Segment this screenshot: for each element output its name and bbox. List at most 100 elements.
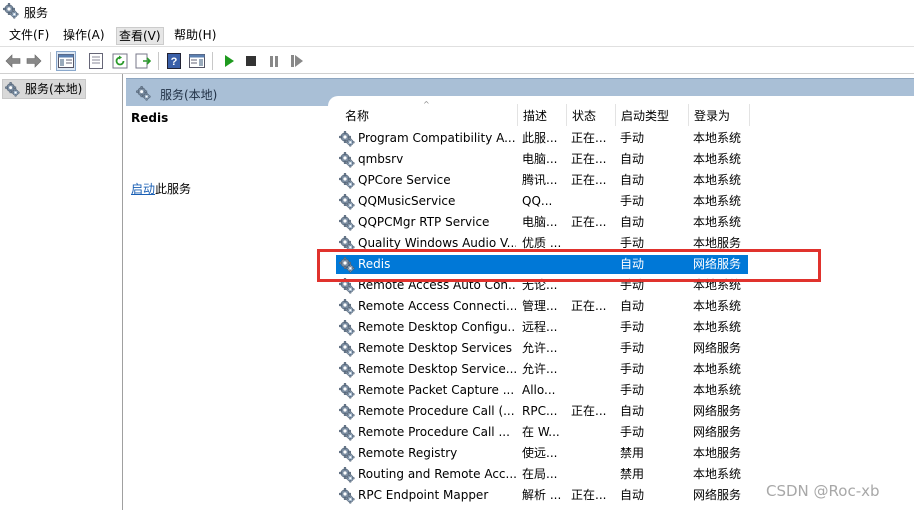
column-header-status[interactable]: 状态 [569, 106, 615, 126]
service-status: 正在... [571, 404, 607, 418]
service-description: 此服... [522, 131, 558, 145]
menu-file[interactable]: 文件(F) [7, 27, 51, 45]
service-logon-as: 本地系统 [693, 215, 742, 229]
column-separator[interactable] [566, 104, 567, 126]
service-startup-type: 手动 [620, 425, 645, 439]
tree-item-services-local[interactable]: 服务(本地) [2, 79, 87, 99]
service-name: Remote Desktop Configu... [358, 320, 516, 334]
menu-bar: 文件(F) 操作(A) 查看(V) 帮助(H) [0, 24, 914, 46]
service-logon-as: 本地系统 [693, 131, 742, 145]
table-row[interactable]: Remote Procedure Call (... RPC... 正在... 自动 网… [328, 401, 914, 422]
service-gear-icon [339, 362, 355, 378]
service-startup-type: 自动 [620, 215, 645, 229]
services-gear-icon [136, 86, 151, 101]
table-row[interactable]: QPCore Service 腾讯... 正在... 自动 本地系统 [328, 170, 914, 191]
column-separator[interactable] [688, 104, 689, 126]
back-arrow-icon[interactable] [3, 51, 23, 71]
console-tree: 服务(本地) [0, 74, 123, 510]
stop-service-icon[interactable] [241, 51, 261, 71]
services-panel: 服务(本地) Redis 启动此服务 ^ 名称 描述 状态 启动类型 登录为 P… [126, 74, 914, 510]
column-header-name[interactable]: 名称 [342, 106, 514, 126]
table-row[interactable]: QQMusicService QQ... 手动 本地系统 [328, 191, 914, 212]
service-logon-as: 本地系统 [693, 173, 742, 187]
service-gear-icon [339, 383, 355, 399]
toolbar: ? [0, 46, 914, 74]
service-name: Program Compatibility A... [358, 131, 516, 145]
table-row[interactable]: Remote Desktop Service... 允许... 手动 本地系统 [328, 359, 914, 380]
resume-service-icon[interactable] [287, 51, 307, 71]
service-description: 电脑... [522, 215, 558, 229]
service-gear-icon [339, 488, 355, 504]
service-description: 电脑... [522, 152, 558, 166]
show-action-pane-icon[interactable] [187, 51, 207, 71]
service-startup-type: 自动 [620, 488, 645, 502]
start-service-link[interactable]: 启动 [131, 182, 155, 196]
table-row[interactable]: Remote Packet Capture ... Allo... 手动 本地系统 [328, 380, 914, 401]
menu-help[interactable]: 帮助(H) [172, 27, 218, 45]
service-logon-as: 本地系统 [693, 320, 742, 334]
service-status: 正在... [571, 131, 607, 145]
toolbar-separator [50, 52, 51, 70]
service-description: 腾讯... [522, 173, 558, 187]
table-row[interactable]: Remote Registry 使远... 禁用 本地服务 [328, 443, 914, 464]
table-row[interactable]: Remote Desktop Configu... 远程... 手动 本地系统 [328, 317, 914, 338]
service-startup-type: 自动 [620, 173, 645, 187]
table-row[interactable]: Remote Access Connecti... 管理... 正在... 自动 本地系… [328, 296, 914, 317]
svg-text:?: ? [171, 56, 178, 68]
toolbar-separator [158, 52, 159, 70]
service-gear-icon [339, 446, 355, 462]
toolbar-separator [212, 52, 213, 70]
service-description: 管理... [522, 299, 558, 313]
service-startup-type: 手动 [620, 194, 645, 208]
show-console-tree-icon[interactable] [56, 51, 76, 71]
service-startup-type: 禁用 [620, 467, 645, 481]
refresh-icon[interactable] [110, 51, 130, 71]
column-header-startup-type[interactable]: 启动类型 [618, 106, 688, 126]
table-row[interactable]: QQPCMgr RTP Service 电脑... 正在... 自动 本地系统 [328, 212, 914, 233]
service-gear-icon [339, 320, 355, 336]
service-name: qmbsrv [358, 152, 404, 166]
service-logon-as: 网络服务 [693, 488, 742, 502]
service-gear-icon [339, 131, 355, 147]
forward-arrow-icon[interactable] [24, 51, 44, 71]
column-separator[interactable] [517, 104, 518, 126]
service-action-suffix: 此服务 [155, 182, 192, 196]
table-row[interactable]: Remote Desktop Services 允许... 手动 网络服务 [328, 338, 914, 359]
menu-action[interactable]: 操作(A) [61, 27, 107, 45]
service-description: 允许... [522, 341, 558, 355]
table-row[interactable]: Program Compatibility A... 此服... 正在... 手动 本地… [328, 128, 914, 149]
pause-service-icon[interactable] [264, 51, 284, 71]
table-row[interactable]: Remote Procedure Call ... 在 W... 手动 网络服务 [328, 422, 914, 443]
service-logon-as: 网络服务 [693, 341, 742, 355]
service-startup-type: 手动 [620, 341, 645, 355]
service-name: Remote Packet Capture ... [358, 383, 515, 397]
tree-item-label: 服务(本地) [25, 82, 83, 96]
column-separator[interactable] [749, 104, 750, 126]
service-logon-as: 本地系统 [693, 362, 742, 376]
properties-icon[interactable] [86, 51, 106, 71]
service-gear-icon [339, 194, 355, 210]
service-name: QQMusicService [358, 194, 456, 208]
export-list-icon[interactable] [133, 51, 153, 71]
service-startup-type: 手动 [620, 383, 645, 397]
panel-title: 服务(本地) [160, 88, 218, 102]
column-header-description[interactable]: 描述 [520, 106, 566, 126]
help-icon[interactable]: ? [164, 51, 184, 71]
services-gear-icon [5, 82, 20, 97]
service-status: 正在... [571, 173, 607, 187]
service-startup-type: 手动 [620, 362, 645, 376]
service-description: 在 W... [522, 425, 560, 439]
service-logon-as: 本地系统 [693, 152, 742, 166]
column-separator[interactable] [615, 104, 616, 126]
service-status: 正在... [571, 152, 607, 166]
start-service-icon[interactable] [219, 51, 239, 71]
service-description: 解析 ... [522, 488, 562, 502]
annotation-highlight-box [317, 249, 821, 282]
service-rows: Program Compatibility A... 此服... 正在... 手动 本地… [328, 128, 914, 506]
service-status: 正在... [571, 488, 607, 502]
service-logon-as: 本地系统 [693, 467, 742, 481]
table-row[interactable]: qmbsrv 电脑... 正在... 自动 本地系统 [328, 149, 914, 170]
service-logon-as: 本地服务 [693, 446, 742, 460]
column-header-logon-as[interactable]: 登录为 [691, 106, 751, 126]
menu-view[interactable]: 查看(V) [116, 27, 164, 45]
